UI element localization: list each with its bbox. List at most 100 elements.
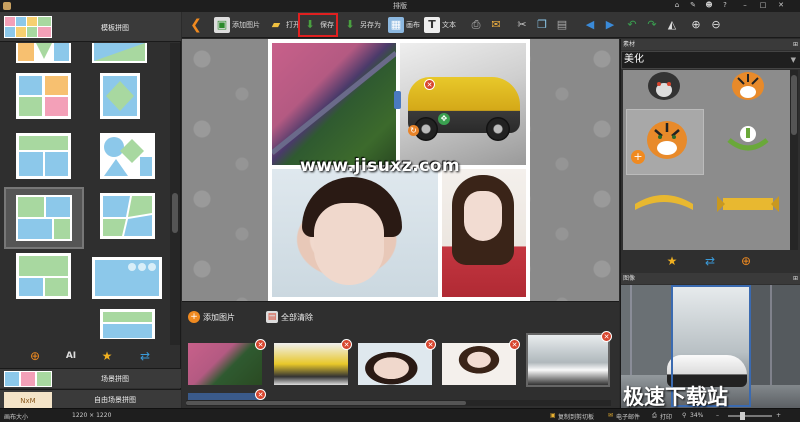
pen-icon[interactable]: ✎: [688, 1, 698, 10]
thumbnail-forest[interactable]: ✕: [188, 339, 266, 385]
remove-photo-icon[interactable]: ✕: [424, 79, 435, 90]
add-sticker-icon[interactable]: +: [631, 150, 645, 164]
status-bar: 画布大小 1220 × 1220 ▣ 复制到剪切板 ✉ 电子邮件 ⎙ 打印 ⚲ …: [0, 408, 800, 422]
align-left-button[interactable]: ◀: [582, 15, 598, 35]
zoom-in-small-icon[interactable]: +: [776, 412, 781, 419]
sticker-category-select[interactable]: 美化 ▼: [621, 51, 800, 69]
user-icon[interactable]: ☻: [704, 1, 714, 10]
email-button[interactable]: ✉: [488, 15, 504, 35]
rotate-left-button[interactable]: ↶: [624, 15, 640, 35]
maximize-button[interactable]: □: [758, 1, 768, 10]
scene-collage-tab[interactable]: 场景拼图: [0, 368, 181, 388]
thumbnail-yellow-car[interactable]: ✕: [274, 339, 352, 385]
print-button[interactable]: ⎙: [468, 15, 484, 35]
move-photo-icon[interactable]: ✥: [438, 113, 450, 125]
print-icon: ⎙: [652, 412, 657, 419]
back-button[interactable]: ❮: [188, 15, 204, 35]
minimize-button[interactable]: –: [740, 1, 750, 10]
photo-slot-forest[interactable]: [272, 43, 396, 165]
clear-all-button[interactable]: ▤ 全部清除: [266, 311, 313, 323]
ai-icon[interactable]: AI: [64, 349, 78, 363]
flip-button[interactable]: ◭: [664, 15, 680, 35]
zoom-out-small-icon[interactable]: –: [716, 412, 719, 419]
add-image-bar-button[interactable]: + 添加图片: [188, 311, 235, 323]
close-button[interactable]: ✕: [776, 1, 786, 10]
freeform-collage-tab[interactable]: NxM 自由场景拼图: [0, 389, 181, 408]
template-item-selected[interactable]: [4, 187, 84, 249]
sticker-wolf[interactable]: [627, 70, 701, 104]
thumbnail-portrait-2[interactable]: ✕: [442, 339, 520, 385]
copy-to-clipboard-button[interactable]: 复制到剪切板: [558, 412, 594, 421]
collage-canvas-area[interactable]: ✕ ↻ ✥ www.jisuxz.com: [182, 39, 619, 301]
sticker-scrollbar[interactable]: [790, 70, 798, 250]
save-button[interactable]: ⬇ 保存: [298, 13, 338, 37]
photo-slot-portrait-1[interactable]: [272, 169, 438, 297]
refresh-icon[interactable]: ⇄: [703, 254, 717, 268]
help-icon[interactable]: ?: [720, 1, 730, 10]
favorite-star-icon[interactable]: ★: [665, 254, 679, 268]
template-scrollbar[interactable]: [170, 43, 180, 345]
thumbnail-scrollbar[interactable]: [186, 400, 611, 406]
remove-thumbnail-icon[interactable]: ✕: [425, 339, 436, 350]
save-as-button[interactable]: ⬇ 另存为: [342, 15, 381, 35]
canvas-button[interactable]: ▦ 画布: [388, 15, 420, 35]
zoom-out-button[interactable]: ⊖: [708, 15, 724, 35]
flip-icon: ◭: [667, 18, 677, 31]
remove-thumbnail-icon[interactable]: ✕: [255, 389, 266, 400]
pin-icon[interactable]: ⊞: [793, 273, 798, 284]
copy-button[interactable]: ❐: [534, 15, 550, 35]
print-status-button[interactable]: 打印: [660, 412, 672, 421]
rotate-right-icon: ↷: [647, 18, 657, 31]
remove-thumbnail-icon[interactable]: ✕: [255, 339, 266, 350]
sticker-gold-ribbon-1[interactable]: [627, 180, 701, 220]
sticker-gold-ribbon-2[interactable]: [711, 180, 785, 220]
email-status-button[interactable]: 电子邮件: [616, 412, 640, 421]
paste-button[interactable]: ▤: [554, 15, 570, 35]
back-arrow-icon: ❮: [190, 17, 202, 33]
thumbnail-portrait-1[interactable]: ✕: [358, 339, 436, 385]
align-right-button[interactable]: ▶: [602, 15, 618, 35]
template-item[interactable]: [16, 133, 71, 179]
zoom-slider[interactable]: [728, 412, 772, 420]
template-item[interactable]: [16, 73, 71, 119]
template-item[interactable]: [16, 43, 71, 63]
open-button[interactable]: ▰ 打开: [268, 15, 300, 35]
stickers-panel-title: 素材 ⊞: [621, 39, 800, 50]
home-icon[interactable]: ⌂: [672, 1, 682, 10]
sticker-tiger-1[interactable]: [711, 70, 785, 104]
template-item[interactable]: [16, 253, 71, 299]
template-collage-tab[interactable]: 模板拼图: [0, 12, 181, 42]
align-left-icon: ◀: [585, 18, 595, 31]
svg-text:NxM: NxM: [20, 397, 35, 405]
remove-thumbnail-icon[interactable]: ✕: [341, 339, 352, 350]
remove-thumbnail-icon[interactable]: ✕: [601, 331, 612, 342]
rotate-right-button[interactable]: ↷: [644, 15, 660, 35]
photo-slot-yellow-car[interactable]: ✕ ↻ ✥: [400, 43, 526, 165]
pin-icon[interactable]: ⊞: [793, 39, 798, 50]
zoom-search-icon: ⚲: [682, 412, 687, 419]
template-item[interactable]: [100, 309, 155, 339]
add-template-icon[interactable]: ⊕: [28, 349, 42, 363]
cut-button[interactable]: ✂: [514, 15, 530, 35]
brand-watermark: 极速下载站: [623, 385, 728, 408]
zoom-in-button[interactable]: ⊕: [688, 15, 704, 35]
add-sticker-icon[interactable]: ⊕: [739, 254, 753, 268]
sticker-leaf-badge[interactable]: [711, 110, 785, 164]
rotate-photo-icon[interactable]: ↻: [408, 125, 419, 136]
thumbnail-white-car-selected[interactable]: ✕: [526, 331, 612, 387]
template-item[interactable]: [92, 257, 162, 299]
copy-icon: ❐: [537, 18, 547, 31]
photo-slot-portrait-2[interactable]: [442, 169, 526, 297]
refresh-icon[interactable]: ⇄: [138, 349, 152, 363]
favorite-star-icon[interactable]: ★: [100, 349, 114, 363]
template-item[interactable]: [100, 73, 140, 119]
remove-thumbnail-icon[interactable]: ✕: [509, 339, 520, 350]
text-button[interactable]: T 文本: [424, 15, 456, 35]
email-icon: ✉: [491, 18, 501, 31]
resize-handle[interactable]: [394, 91, 401, 109]
template-item[interactable]: [100, 193, 155, 239]
add-image-button[interactable]: ▣ 添加图片: [214, 15, 260, 35]
template-item[interactable]: [100, 133, 155, 179]
template-item[interactable]: [92, 43, 147, 63]
sticker-tiger-selected[interactable]: +: [626, 109, 704, 175]
